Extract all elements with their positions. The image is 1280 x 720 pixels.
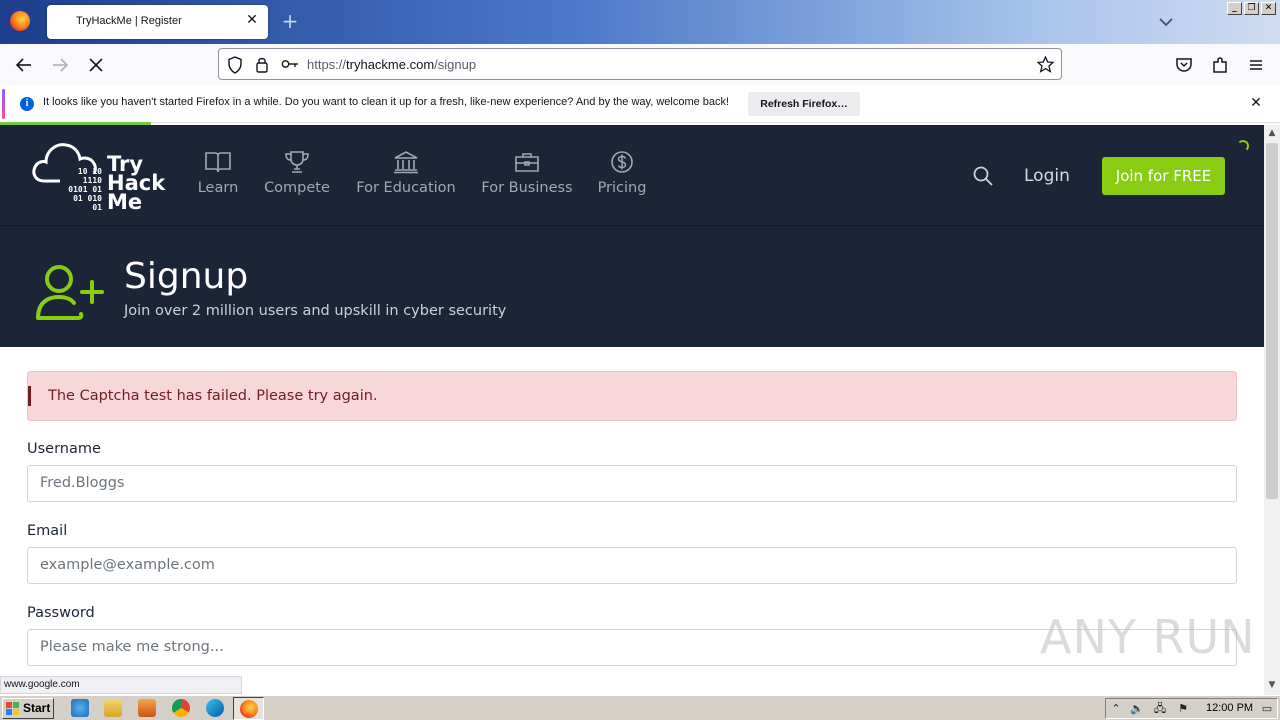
anyrun-watermark: ANY RUN <box>1040 610 1256 664</box>
logo-wordmark: Try Hack Me <box>107 154 165 214</box>
start-label: Start <box>23 701 51 715</box>
alert-accent-bar <box>28 386 31 406</box>
firefox-icon <box>240 700 258 718</box>
scroll-up-arrow-icon[interactable]: ▲ <box>1268 129 1276 138</box>
logo-binary-row: 01 010 <box>73 194 102 203</box>
login-link[interactable]: Login <box>1024 166 1070 186</box>
notification-accent <box>2 89 5 119</box>
nav-for-business[interactable]: For Business <box>480 150 574 196</box>
signup-hero: Signup Join over 2 million users and ups… <box>0 226 1264 347</box>
logo-word-me: Me <box>107 190 143 214</box>
search-icon[interactable] <box>972 165 994 187</box>
alert-text: The Captcha test has failed. Please try … <box>48 388 378 404</box>
nav-pricing[interactable]: Pricing <box>596 150 648 196</box>
nav-for-business-label: For Business <box>481 180 573 196</box>
add-user-icon <box>36 265 104 320</box>
trophy-icon <box>285 151 309 173</box>
clock[interactable]: 12:00 PM <box>1206 702 1253 714</box>
nav-learn[interactable]: Learn <box>196 150 240 196</box>
page-title: Signup <box>124 256 249 297</box>
file-explorer-icon[interactable] <box>104 699 122 717</box>
loading-spinner-icon <box>1237 140 1249 152</box>
tab-title: TryHackMe | Register <box>76 15 182 27</box>
tab-list-chevron-icon[interactable] <box>1156 13 1176 31</box>
url-bar[interactable]: https://tryhackme.com/signup <box>218 48 1062 80</box>
minimize-button[interactable]: _ <box>1227 2 1242 15</box>
page-subtitle: Join over 2 million users and upskill in… <box>124 303 507 319</box>
page-scrollbar[interactable]: ▲ ▼ <box>1264 125 1280 695</box>
dollar-icon <box>611 151 633 173</box>
internet-explorer-icon[interactable] <box>71 699 89 717</box>
tab-close-icon[interactable]: ✕ <box>244 12 260 28</box>
forward-arrow-icon[interactable] <box>49 54 71 76</box>
institution-icon <box>394 151 418 174</box>
email-input[interactable]: example@example.com <box>27 547 1237 584</box>
logo-binary-row: 0101 01 <box>68 185 102 194</box>
tracking-shield-icon[interactable] <box>227 56 243 74</box>
url-path: /signup <box>434 57 477 72</box>
back-arrow-icon[interactable] <box>13 54 35 76</box>
scroll-down-arrow-icon[interactable]: ▼ <box>1268 681 1276 690</box>
extensions-puzzle-icon[interactable] <box>1209 54 1231 76</box>
tray-expand-icon[interactable]: ⌃ <box>1109 702 1123 716</box>
nav-learn-label: Learn <box>197 180 239 196</box>
close-window-button[interactable]: ✕ <box>1261 2 1276 15</box>
book-icon <box>205 152 231 173</box>
chrome-icon[interactable] <box>172 699 190 717</box>
url-domain: tryhackme.com <box>346 57 435 72</box>
link-status-bar: www.google.com <box>0 676 242 694</box>
username-input[interactable]: Fred.Bloggs <box>27 465 1237 502</box>
lock-icon[interactable] <box>255 56 269 73</box>
briefcase-icon <box>515 153 539 172</box>
window-controls: _ ❐ ✕ <box>1227 2 1276 15</box>
stop-loading-icon[interactable] <box>85 54 107 76</box>
nav-pricing-label: Pricing <box>597 180 647 196</box>
nav-compete[interactable]: Compete <box>262 150 332 196</box>
windows-flag-icon <box>6 702 19 715</box>
network-icon[interactable]: 🖧 <box>1153 702 1167 716</box>
refresh-firefox-button[interactable]: Refresh Firefox… <box>748 92 860 116</box>
firefox-logo-icon[interactable] <box>10 11 30 31</box>
action-center-flag-icon[interactable]: ⚑ <box>1176 702 1190 716</box>
nav-for-education-label: For Education <box>356 180 456 196</box>
pocket-icon[interactable] <box>1173 54 1195 76</box>
notification-text: It looks like you haven't started Firefo… <box>43 96 730 108</box>
firefox-taskbar-button[interactable] <box>233 697 264 720</box>
browser-tab-strip: TryHackMe | Register ✕ + _ ❐ ✕ <box>0 0 1280 44</box>
windows-taskbar: Start ⌃ 🔈 🖧 ⚑ 12:00 PM ▭ <box>0 695 1280 720</box>
url-scheme: https:// <box>307 57 347 72</box>
url-text: https://tryhackme.com/signup <box>307 57 476 72</box>
tryhackme-logo[interactable]: 10 10 1110 0101 01 01 010 01 Try Hack Me <box>30 137 170 217</box>
site-header: 10 10 1110 0101 01 01 010 01 Try Hack Me… <box>0 125 1264 226</box>
volume-icon[interactable]: 🔈 <box>1130 702 1144 716</box>
hamburger-menu-icon[interactable] <box>1245 54 1267 76</box>
media-player-icon[interactable] <box>138 699 156 717</box>
logo-binary-row: 01 <box>92 203 102 212</box>
email-label: Email <box>27 523 68 539</box>
system-tray: ⌃ 🔈 🖧 ⚑ 12:00 PM ▭ <box>1105 698 1278 719</box>
start-button[interactable]: Start <box>2 698 54 719</box>
logo-binary-row: 1110 <box>82 176 102 185</box>
info-icon: i <box>20 97 34 111</box>
nav-compete-label: Compete <box>264 180 330 196</box>
nav-for-education[interactable]: For Education <box>354 150 458 196</box>
logo-binary-row: 10 10 <box>77 167 102 176</box>
username-label: Username <box>27 441 101 457</box>
edge-icon[interactable] <box>206 699 224 717</box>
tab-tryhackme-register[interactable]: TryHackMe | Register ✕ <box>47 5 268 39</box>
restore-button[interactable]: ❐ <box>1244 2 1259 15</box>
firefox-refresh-notification: i It looks like you haven't started Fire… <box>0 85 1280 123</box>
new-tab-plus-icon[interactable]: + <box>280 10 300 32</box>
scrollbar-thumb[interactable] <box>1266 143 1278 499</box>
join-for-free-button[interactable]: Join for FREE <box>1102 157 1225 195</box>
captcha-error-alert: The Captcha test has failed. Please try … <box>27 371 1237 421</box>
password-label: Password <box>27 605 95 621</box>
browser-nav-bar: https://tryhackme.com/signup <box>0 44 1280 85</box>
logo-binary: 10 10 1110 0101 01 01 010 01 <box>66 167 102 212</box>
bookmark-star-icon[interactable] <box>1037 56 1054 73</box>
notification-close-icon[interactable]: ✕ <box>1248 95 1264 111</box>
show-desktop-icon[interactable]: ▭ <box>1260 702 1274 716</box>
key-icon[interactable] <box>281 58 299 70</box>
